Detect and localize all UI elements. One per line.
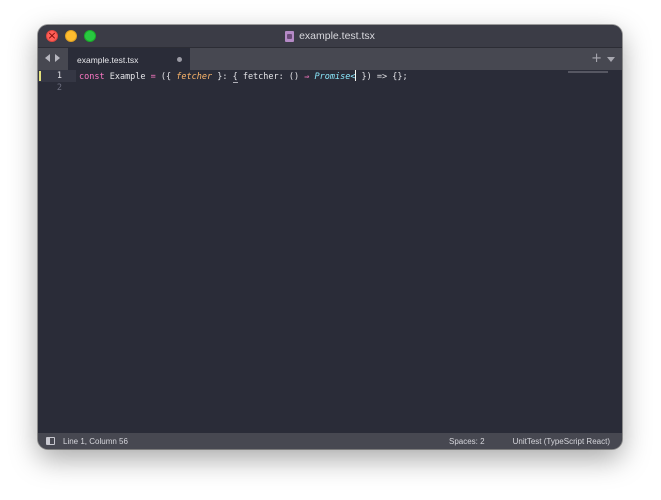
cursor-position[interactable]: Line 1, Column 56 [63,437,128,446]
token-punctuation: }) => {}; [356,72,408,82]
line-number: 2 [56,83,62,93]
syntax-selector[interactable]: UnitTest (TypeScript React) [513,437,610,446]
code-line[interactable]: 1 const Example = ({ fetcher }: { fetche… [38,70,622,83]
window-title-text: example.test.tsx [299,30,375,42]
close-window-button[interactable] [46,28,58,44]
title-bar: example.test.tsx [38,25,622,47]
tab-list-chevron-down-icon[interactable] [607,57,615,62]
maximize-window-button[interactable] [84,30,96,42]
code-editor[interactable]: 1 const Example = ({ fetcher }: { fetche… [38,70,622,433]
line-number: 1 [56,71,62,81]
minimize-window-button[interactable] [65,30,77,42]
tab-bar: example.test.tsx + [38,47,622,71]
new-tab-plus-icon[interactable]: + [591,52,602,66]
indentation-setting[interactable]: Spaces: 2 [449,437,485,446]
token-identifier: Example [104,72,151,82]
window-controls [46,28,96,44]
window-title: example.test.tsx [285,30,375,42]
token-punctuation: }: [212,72,233,82]
tab-bar-actions: + [591,52,615,66]
status-bar: Line 1, Column 56 Spaces: 2 UnitTest (Ty… [38,433,622,449]
sidebar-toggle-icon[interactable] [46,437,55,445]
tab-navigation [45,54,60,62]
previous-tab-icon[interactable] [45,54,50,62]
next-tab-icon[interactable] [55,54,60,62]
token-parameter: fetcher [176,72,213,82]
token-keyword: const [79,72,105,82]
token-punctuation: ({ [155,72,177,82]
token-identifier: fetcher: () [237,72,305,82]
editor-window: example.test.tsx example.test.tsx + 1 co… [38,25,622,449]
unsaved-dot-icon[interactable] [177,57,182,62]
typescript-file-icon [285,30,295,42]
token-type: Promise [314,72,351,82]
code-line[interactable]: 2 [38,82,622,94]
tab-label: example.test.tsx [77,54,139,65]
tab-example-test-tsx[interactable]: example.test.tsx [68,48,190,71]
